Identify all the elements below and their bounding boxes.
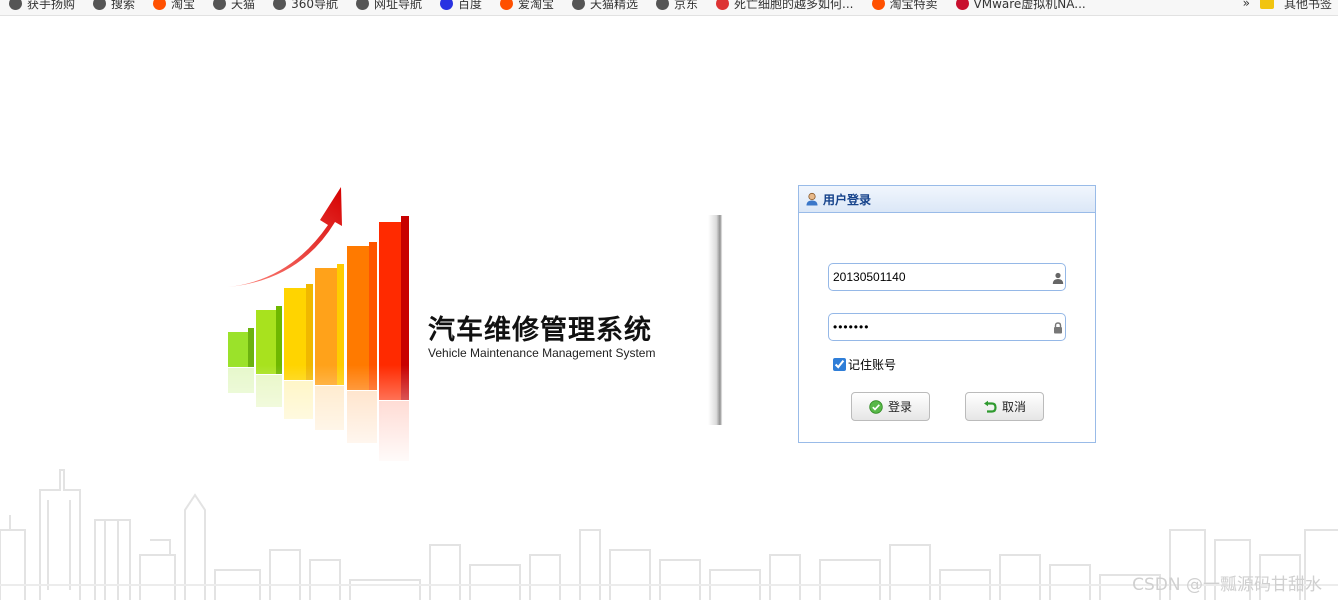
bookmark-label: 搜索 [111,0,136,11]
globe-icon [213,0,227,10]
other-bookmarks-label[interactable]: 其他书签 [1284,0,1332,12]
bookmark-label: 京东 [674,0,699,11]
login-panel-header: 用户登录 [799,186,1095,213]
divider [708,215,732,425]
bookmarks-bar: 获手扬购 搜索 淘宝 天猫 360导航 网址导航 百度 爱淘宝 天猫精选 京东 死亡细胞的越多如何.… [0,0,1338,16]
cancel-button-label: 取消 [1001,400,1026,414]
remember-label: 记住账号 [848,358,897,372]
remember-account[interactable]: 记住账号 [833,356,896,373]
login-panel-title: 用户登录 [823,192,872,207]
globe-icon [93,0,107,10]
bookmark-label: 获手扬购 [27,0,76,11]
bookmark-item[interactable]: 获手扬购 [0,0,84,12]
taobao-icon [153,0,167,10]
app-subtitle: Vehicle Maintenance Management System [428,346,656,360]
bookmark-item[interactable]: 天猫 [204,0,264,12]
bookmark-item[interactable]: 死亡细胞的越多如何... [707,0,862,12]
password-input[interactable] [828,313,1066,341]
bookmark-label: 360导航 [291,0,338,11]
user-icon [806,192,818,206]
cancel-button[interactable]: 取消 [965,392,1044,421]
username-input[interactable] [828,263,1066,291]
bookmark-label: VMware虚拟机NA... [973,0,1086,11]
globe-icon [9,0,22,10]
globe-icon [572,0,586,10]
bookmark-item[interactable]: 京东 [647,0,707,12]
taobao-icon [500,0,513,10]
bookmark-label: 百度 [457,0,482,11]
ok-icon [869,399,883,414]
bookmark-label: 死亡细胞的越多如何... [734,0,854,11]
bookmark-item[interactable]: 百度 [431,0,491,12]
bookmark-item[interactable]: 淘宝 [144,0,204,12]
bookmark-item[interactable]: 360导航 [264,0,347,12]
bookmark-icon [716,0,730,10]
lock-icon [1054,322,1062,334]
bookmark-label: 淘宝特卖 [889,0,938,11]
bookmark-label: 天猫 [231,0,256,11]
remember-checkbox[interactable] [833,358,846,371]
undo-icon [983,400,997,413]
globe-icon [355,0,369,10]
baidu-icon [439,0,453,10]
login-button-label: 登录 [887,400,912,414]
globe-icon [656,0,670,10]
user-silhouette-icon [1052,272,1064,284]
login-panel: 用户登录 记住账号 登录 取消 [798,185,1096,443]
bookmark-item[interactable]: 淘宝特卖 [863,0,947,12]
csdn-icon [955,0,969,10]
watermark: CSDN @一瓢源码甘甜水 [1132,575,1322,595]
bookmark-label: 淘宝 [171,0,196,11]
login-button[interactable]: 登录 [851,392,930,421]
bookmarks-overflow: » 其他书签 [1243,0,1338,15]
app-title: 汽车维修管理系统 [428,315,652,346]
bookmark-item[interactable]: 网址导航 [347,0,431,12]
more-bookmarks-button[interactable]: » [1243,0,1250,10]
folder-icon [1259,0,1274,9]
bookmark-item[interactable]: 搜索 [84,0,144,12]
bookmark-item[interactable]: 爱淘宝 [491,0,563,12]
bookmark-label: 网址导航 [373,0,422,11]
bookmark-label: 爱淘宝 [518,0,555,11]
bookmark-item[interactable]: 天猫精选 [563,0,647,12]
globe-icon [273,0,287,10]
bookmark-item[interactable]: VMware虚拟机NA... [947,0,1095,12]
taobao-icon [871,0,885,10]
bookmark-label: 天猫精选 [590,0,639,11]
